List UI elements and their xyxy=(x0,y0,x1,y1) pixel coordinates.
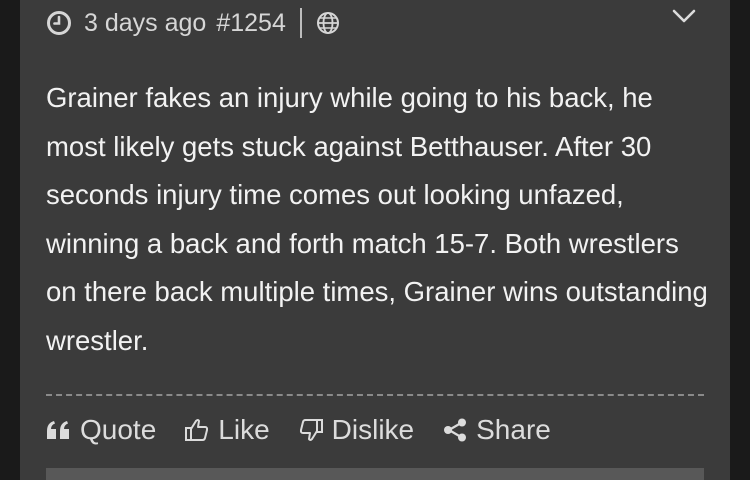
like-button[interactable]: Like xyxy=(184,414,270,446)
meta-divider xyxy=(299,8,302,38)
quote-button[interactable]: Quote xyxy=(46,414,156,446)
reply-box-edge xyxy=(46,468,704,480)
like-label: Like xyxy=(218,414,270,445)
thumbs-up-icon xyxy=(184,417,210,443)
post-actions: Quote Like Dislike Share xyxy=(46,410,579,450)
dislike-button[interactable]: Dislike xyxy=(298,414,414,446)
thumbs-down-icon xyxy=(298,417,324,443)
actions-divider xyxy=(46,394,704,396)
globe-icon xyxy=(316,11,340,35)
quote-label: Quote xyxy=(80,414,157,445)
dislike-label: Dislike xyxy=(331,414,415,445)
share-icon xyxy=(442,417,468,443)
post-text: Grainer fakes an injury while going to h… xyxy=(46,82,708,356)
post-meta: 3 days ago #1254 xyxy=(46,6,340,40)
share-label: Share xyxy=(476,414,551,445)
share-button[interactable]: Share xyxy=(442,414,551,446)
post-number-link[interactable]: #1254 xyxy=(216,9,286,38)
post-timestamp: 3 days ago xyxy=(84,8,207,37)
collapse-button[interactable] xyxy=(670,4,698,28)
post-body: Grainer fakes an injury while going to h… xyxy=(46,74,716,365)
clock-icon xyxy=(46,10,72,36)
chevron-down-icon xyxy=(671,8,697,24)
quote-icon xyxy=(46,417,72,443)
post-card: 3 days ago #1254 Grainer fakes an injury… xyxy=(20,0,730,480)
